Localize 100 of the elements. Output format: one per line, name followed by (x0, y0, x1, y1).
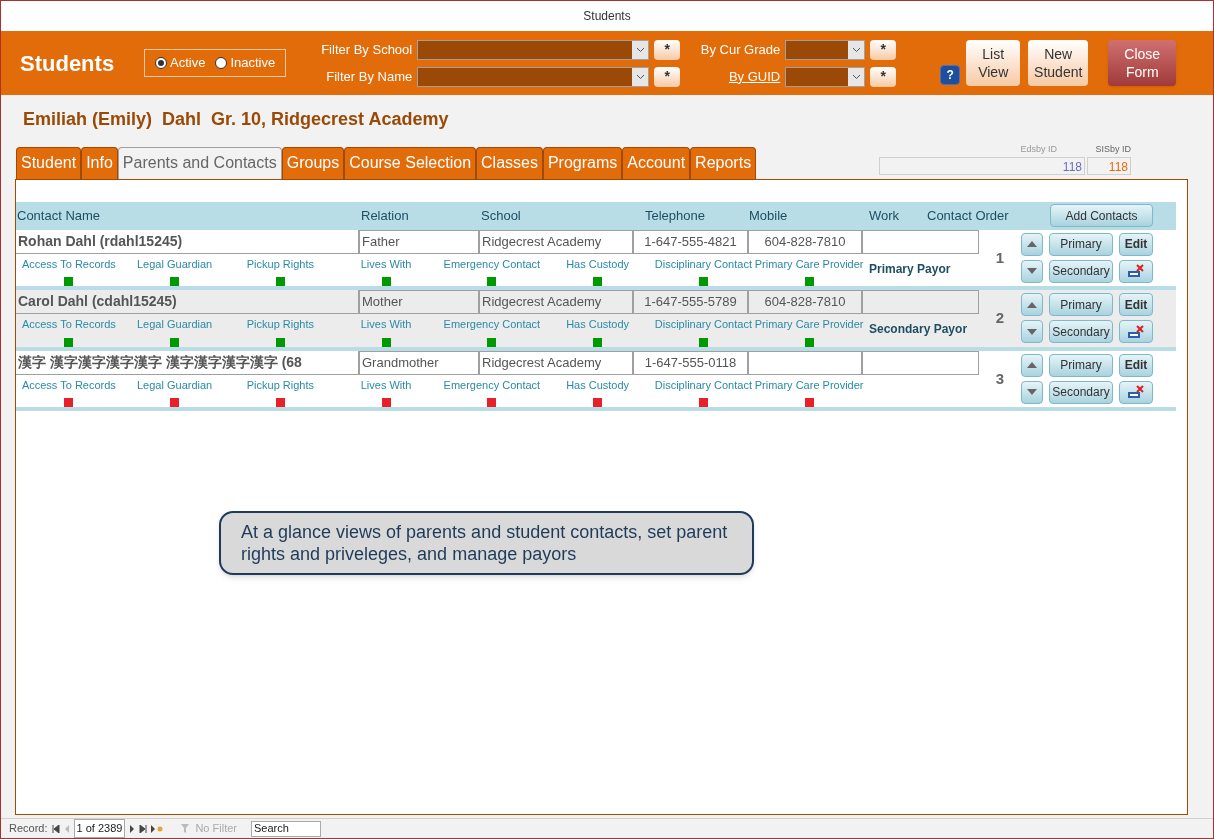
edit-button[interactable]: Edit (1119, 232, 1153, 256)
move-up-button[interactable] (1021, 353, 1043, 377)
right-label: Primary Care Provider (754, 377, 864, 393)
right-label: Has Custody (566, 317, 630, 332)
right-indicator[interactable] (64, 398, 74, 407)
dropdown-field[interactable] (417, 66, 650, 87)
right-indicator[interactable] (381, 277, 391, 286)
help-button[interactable]: ? (940, 65, 961, 85)
delete-button[interactable] (1119, 320, 1153, 344)
form-title: Students (20, 49, 116, 78)
right-indicator[interactable] (381, 337, 391, 347)
right-indicator[interactable] (804, 337, 814, 347)
right-indicator[interactable] (275, 398, 285, 407)
right-label: Legal Guardian (137, 256, 213, 272)
dropdown-field[interactable] (417, 39, 650, 60)
right-indicator[interactable] (64, 277, 74, 286)
contact-name: Rohan Dahl (rdahl15245) (16, 229, 359, 254)
contact-row[interactable] (16, 290, 1176, 351)
column-header: Mobile (748, 206, 789, 225)
move-up-button[interactable] (1021, 293, 1043, 316)
right-label: Disciplinary Contact (654, 317, 752, 332)
clear-filter-button[interactable]: * (654, 66, 681, 87)
right-indicator[interactable] (593, 398, 603, 407)
right-label: Primary Care Provider (754, 317, 864, 332)
column-header: Relation (360, 206, 410, 225)
clear-filter-button[interactable]: * (870, 66, 897, 87)
contact-row[interactable] (16, 350, 1176, 411)
record-position-field[interactable]: 1 of 2389 (73, 819, 126, 838)
dropdown-field[interactable] (785, 66, 866, 87)
right-label: Access To Records (21, 256, 116, 272)
mobile-cell: 604-828-7810 (748, 229, 862, 254)
header-button[interactable]: List View (966, 40, 1021, 86)
edit-button[interactable]: Edit (1119, 293, 1153, 316)
right-indicator[interactable] (487, 398, 497, 407)
add-contacts-button[interactable]: Add Contacts (1050, 204, 1153, 227)
payor-label: Primary Payor (868, 260, 952, 278)
right-indicator[interactable] (381, 398, 391, 407)
primary-button[interactable]: Primary (1049, 293, 1113, 316)
move-up-button[interactable] (1021, 232, 1043, 256)
move-down-button[interactable] (1021, 380, 1043, 404)
clear-filter-button[interactable]: * (870, 39, 897, 60)
triangle-down-icon (1027, 268, 1037, 275)
column-header: Contact Name (16, 206, 102, 225)
chevron-down-icon (635, 46, 645, 53)
relation-cell: Father (359, 229, 479, 254)
right-indicator[interactable] (170, 277, 180, 286)
contact-row[interactable] (16, 229, 1176, 290)
telephone-cell: 1-647-555-4821 (633, 229, 748, 254)
move-down-button[interactable] (1021, 259, 1043, 283)
delete-button[interactable] (1119, 380, 1153, 404)
contact-name: 漢字 漢字漢字漢字漢字 漢字漢字漢字漢字 (68 (16, 350, 359, 375)
sisby-id-field: 118 (1087, 156, 1131, 175)
filter-label: By Cur Grade (699, 40, 781, 59)
right-indicator[interactable] (170, 398, 180, 407)
right-indicator[interactable] (275, 277, 285, 286)
secondary-button[interactable]: Secondary (1049, 259, 1113, 283)
contact-name: Carol Dahl (cdahl15245) (16, 290, 359, 314)
header-button[interactable]: New Student (1028, 40, 1089, 86)
column-header: Telephone (644, 206, 706, 225)
right-indicator[interactable] (487, 337, 497, 347)
edit-button[interactable]: Edit (1119, 353, 1153, 377)
school-cell: Ridgecrest Academy (479, 290, 633, 314)
right-indicator[interactable] (698, 277, 708, 286)
right-indicator[interactable] (487, 277, 497, 286)
triangle-up-icon (1027, 241, 1037, 247)
right-indicator[interactable] (804, 398, 814, 407)
right-indicator[interactable] (698, 398, 708, 407)
right-label: Emergency Contact (443, 317, 541, 332)
right-indicator[interactable] (593, 337, 603, 347)
new-record-icon[interactable] (151, 824, 164, 833)
student-heading: Emiliah (Emily) Dahl Gr. 10, Ridgecrest Academy (23, 107, 449, 131)
secondary-button[interactable]: Secondary (1049, 380, 1113, 404)
tab[interactable]: Parents and Contacts (117, 146, 282, 179)
move-down-button[interactable] (1021, 320, 1043, 344)
right-indicator[interactable] (804, 277, 814, 286)
right-label: Access To Records (21, 317, 116, 332)
right-label: Access To Records (21, 377, 116, 393)
delete-button[interactable] (1119, 259, 1153, 283)
triangle-down-icon (1027, 328, 1037, 335)
right-label: Pickup Rights (246, 317, 314, 332)
right-indicator[interactable] (64, 337, 74, 347)
last-record-icon[interactable] (139, 824, 148, 833)
primary-button[interactable]: Primary (1049, 232, 1113, 256)
search-field[interactable]: Search (250, 820, 321, 837)
next-record-icon[interactable] (129, 824, 136, 833)
first-record-icon[interactable] (51, 824, 60, 833)
right-indicator[interactable] (698, 337, 708, 347)
triangle-down-icon (1027, 389, 1037, 396)
close-form-button[interactable]: Close Form (1108, 40, 1177, 86)
primary-button[interactable]: Primary (1049, 353, 1113, 377)
dropdown-field[interactable] (785, 39, 866, 60)
secondary-button[interactable]: Secondary (1049, 320, 1113, 344)
right-indicator[interactable] (275, 337, 285, 347)
clear-filter-button[interactable]: * (654, 39, 681, 60)
right-indicator[interactable] (170, 337, 180, 347)
right-label: Pickup Rights (246, 256, 314, 272)
telephone-cell: 1-647-555-0118 (633, 350, 748, 375)
right-indicator[interactable] (593, 277, 603, 286)
chevron-down-icon (635, 73, 645, 80)
chevron-down-icon (851, 73, 861, 80)
